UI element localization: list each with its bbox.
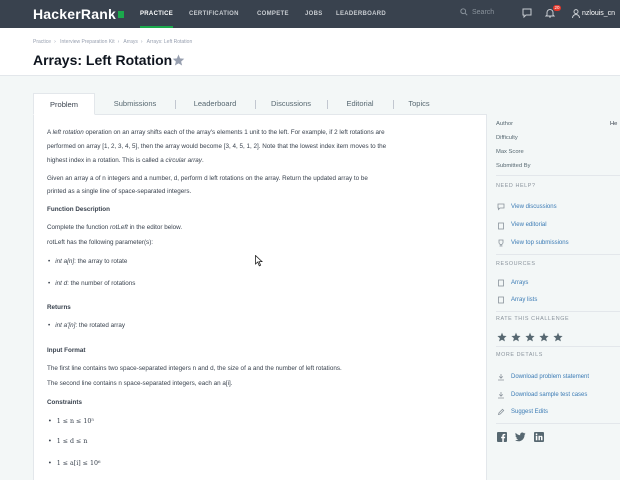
meta-maxscore-label: Max Score — [496, 149, 524, 155]
need-help-heading: NEED HELP? — [496, 183, 536, 189]
pencil-icon — [497, 408, 505, 416]
param-d: int d: the number of rotations — [48, 280, 135, 287]
top-navbar: HackerRank PRACTICE CERTIFICATION COMPET… — [0, 0, 620, 28]
view-editorial-link[interactable]: View editorial — [511, 222, 547, 228]
constraint-1: 1 ≤ n ≤ 10⁵ — [48, 418, 94, 425]
tab-problem[interactable]: Problem — [33, 93, 95, 115]
view-top-submissions-link[interactable]: View top submissions — [511, 240, 569, 246]
mouse-cursor-icon — [255, 255, 263, 267]
rate-challenge-heading: RATE THIS CHALLENGE — [496, 316, 570, 322]
given-line-1: Given an array a of n integers and a num… — [47, 175, 368, 182]
view-discussions-link[interactable]: View discussions — [511, 204, 557, 210]
given-line-2: printed as a single line of space-separa… — [47, 188, 192, 195]
meta-difficulty-label: Difficulty — [496, 135, 518, 141]
rating-star-icon[interactable] — [539, 332, 549, 342]
breadcrumb-arrays[interactable]: Arrays — [123, 39, 137, 45]
resource-arrays-link[interactable]: Arrays — [511, 280, 528, 286]
tab-submissions[interactable]: Submissions — [95, 93, 175, 115]
more-details-heading: MORE DETAILS — [496, 352, 543, 358]
intro-line-1: A left rotation operation on an array sh… — [47, 129, 385, 136]
rating-star-icon[interactable] — [525, 332, 535, 342]
input-format-heading: Input Format — [47, 347, 86, 354]
search-icon — [460, 8, 468, 16]
facebook-icon[interactable] — [497, 432, 507, 442]
input-line-1: The first line contains two space-separa… — [47, 365, 342, 372]
top-submissions-icon — [498, 239, 504, 247]
rating-star-icon[interactable] — [511, 332, 521, 342]
page-header: Practice › Interview Preparation Kit › Arr… — [0, 28, 620, 76]
resources-heading: RESOURCES — [496, 261, 536, 267]
sidebar-divider — [496, 175, 620, 176]
page-title: Arrays: Left Rotation — [33, 52, 173, 68]
breadcrumb-interview-kit[interactable]: Interview Preparation Kit — [60, 39, 114, 45]
logo-text: HackerRank — [33, 6, 116, 22]
resource-arraylists-link[interactable]: Array lists — [511, 297, 537, 303]
bookmark-star-icon[interactable] — [172, 54, 185, 66]
constraint-3: 1 ≤ a[i] ≤ 10⁶ — [48, 460, 101, 467]
sidebar-divider — [496, 346, 620, 347]
breadcrumb: Practice › Interview Preparation Kit › Arr… — [33, 39, 193, 45]
document-icon — [498, 279, 504, 287]
constraint-2: 1 ≤ d ≤ n — [48, 438, 88, 445]
tab-discussions[interactable]: Discussions — [255, 93, 327, 115]
search-placeholder: Search — [472, 8, 495, 16]
nav-practice[interactable]: PRACTICE — [140, 0, 174, 28]
document-icon — [498, 296, 504, 304]
sidebar-divider — [496, 311, 620, 312]
param-a: int a[n]: the array to rotate — [48, 258, 127, 265]
tab-editorial[interactable]: Editorial — [327, 93, 393, 115]
returns-heading: Returns — [47, 304, 71, 311]
input-line-2: The second line contains n space-separat… — [47, 380, 233, 387]
tab-bar: Problem Submissions Leaderboard Discussi… — [33, 93, 487, 115]
intro-line-2: performed on array [1, 2, 3, 4, 5], then… — [47, 143, 387, 150]
messages-icon[interactable] — [522, 8, 532, 18]
nav-leaderboard[interactable]: LEADERBOARD — [336, 0, 386, 28]
logo-square-icon — [117, 10, 124, 18]
return-value: int a'[n]: the rotated array — [48, 322, 125, 329]
twitter-icon[interactable] — [515, 432, 526, 442]
tab-topics[interactable]: Topics — [393, 93, 445, 115]
user-icon[interactable] — [572, 9, 580, 18]
function-desc-line-1: Complete the function rotLeft in the edi… — [47, 224, 183, 231]
suggest-edits-link[interactable]: Suggest Edits — [511, 409, 548, 415]
linkedin-icon[interactable] — [534, 432, 544, 442]
breadcrumb-current: Arrays: Left Rotation — [146, 39, 193, 45]
download-icon — [498, 374, 504, 381]
download-icon — [498, 392, 504, 399]
rating-star-icon[interactable] — [497, 332, 507, 342]
function-desc-line-2: rotLeft has the following parameter(s): — [47, 239, 154, 246]
nav-compete[interactable]: COMPETE — [257, 0, 289, 28]
constraints-heading: Constraints — [47, 399, 82, 406]
tab-leaderboard[interactable]: Leaderboard — [175, 93, 255, 115]
discussions-icon — [497, 203, 505, 211]
download-problem-link[interactable]: Download problem statement — [511, 374, 589, 380]
nav-jobs[interactable]: JOBS — [305, 0, 323, 28]
username[interactable]: nzlouis_cn — [582, 10, 615, 17]
hackerrank-logo[interactable]: HackerRank — [33, 6, 124, 22]
nav-certification[interactable]: CERTIFICATION — [189, 0, 239, 28]
function-description-heading: Function Description — [47, 206, 110, 213]
meta-submitted-label: Submitted By — [496, 163, 531, 169]
sidebar-divider — [496, 423, 620, 424]
intro-line-3: highest index in a rotation. This is cal… — [47, 157, 204, 164]
sidebar-divider — [496, 254, 620, 255]
editorial-icon — [498, 222, 504, 230]
search-box[interactable]: Search — [460, 8, 494, 16]
meta-author-value[interactable]: He — [610, 121, 617, 127]
download-tests-link[interactable]: Download sample test cases — [511, 392, 587, 398]
rating-star-icon[interactable] — [553, 332, 563, 342]
meta-author-label: Author — [496, 121, 514, 127]
breadcrumb-practice[interactable]: Practice — [33, 39, 51, 45]
notification-badge: 20 — [553, 5, 562, 11]
